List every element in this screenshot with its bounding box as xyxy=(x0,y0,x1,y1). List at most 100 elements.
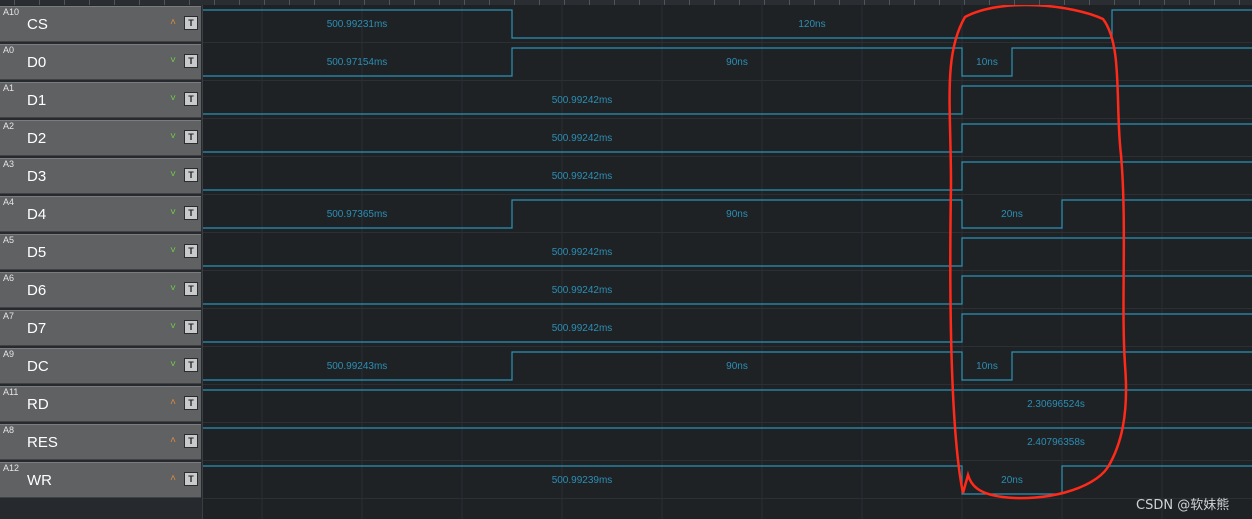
timing-label: 500.99242ms xyxy=(552,323,613,334)
trigger-settings-button[interactable]: T xyxy=(184,282,198,296)
timing-label: 90ns xyxy=(726,209,748,220)
timing-label: 500.99242ms xyxy=(552,133,613,144)
channel-row-d5[interactable]: A5 D5 ˅ T xyxy=(0,234,201,270)
timing-label: 90ns xyxy=(726,361,748,372)
channel-id: A7 xyxy=(3,311,15,321)
channel-name: WR xyxy=(27,472,52,489)
channel-row-wr[interactable]: A12 WR ˄ T xyxy=(0,462,201,498)
channel-id: A6 xyxy=(3,273,15,283)
channel-id: A8 xyxy=(3,425,15,435)
caret-down-icon[interactable]: ˅ xyxy=(168,246,178,256)
watermark-text: CSDN @软妹熊 xyxy=(1136,498,1230,513)
timing-label: 10ns xyxy=(976,361,998,372)
caret-down-icon[interactable]: ˅ xyxy=(168,94,178,104)
timing-label: 500.97154ms xyxy=(327,57,388,68)
caret-down-icon[interactable]: ˅ xyxy=(168,56,178,66)
signal-trace-d7 xyxy=(203,313,1252,343)
trigger-settings-button[interactable]: T xyxy=(184,206,198,220)
red-highlight-annotation xyxy=(948,5,1128,500)
caret-up-icon[interactable]: ˄ xyxy=(168,436,178,446)
channel-name: D3 xyxy=(27,168,47,185)
grid-lines xyxy=(203,5,1252,519)
signal-trace-d3 xyxy=(203,161,1252,191)
trigger-settings-button[interactable]: T xyxy=(184,16,198,30)
trigger-settings-button[interactable]: T xyxy=(184,396,198,410)
caret-down-icon[interactable]: ˅ xyxy=(168,208,178,218)
channel-id: A5 xyxy=(3,235,15,245)
timing-label: 2.40796358s xyxy=(1027,437,1085,448)
timing-label: 500.99242ms xyxy=(552,285,613,296)
timing-label: 500.99231ms xyxy=(327,19,388,30)
channel-id: A9 xyxy=(3,349,15,359)
channel-name: RES xyxy=(27,434,58,451)
trigger-settings-button[interactable]: T xyxy=(184,358,198,372)
channel-row-d2[interactable]: A2 D2 ˅ T xyxy=(0,120,201,156)
channel-row-d6[interactable]: A6 D6 ˅ T xyxy=(0,272,201,308)
channel-row-dc[interactable]: A9 DC ˅ T xyxy=(0,348,201,384)
channel-row-d1[interactable]: A1 D1 ˅ T xyxy=(0,82,201,118)
timing-label: 500.97365ms xyxy=(327,209,388,220)
trigger-settings-button[interactable]: T xyxy=(184,54,198,68)
signal-trace-d6 xyxy=(203,275,1252,305)
timing-label: 500.99242ms xyxy=(552,171,613,182)
signal-trace-d2 xyxy=(203,123,1252,153)
timing-label: 2.30696524s xyxy=(1027,399,1085,410)
channel-name: CS xyxy=(27,16,48,33)
channel-id: A12 xyxy=(3,463,20,473)
timing-label: 500.99243ms xyxy=(327,361,388,372)
waveform-area[interactable]: 500.99231ms 120ns 500.97154ms 90ns 10ns 500.9… xyxy=(203,5,1252,519)
trigger-settings-button[interactable]: T xyxy=(184,320,198,334)
channel-row-d0[interactable]: A0 D0 ˅ T xyxy=(0,44,201,80)
timing-label: 500.99242ms xyxy=(552,247,613,258)
channel-row-d3[interactable]: A3 D3 ˅ T xyxy=(0,158,201,194)
channel-name: D4 xyxy=(27,206,47,223)
timing-label: 10ns xyxy=(976,57,998,68)
channel-row-d4[interactable]: A4 D4 ˅ T xyxy=(0,196,201,232)
signal-trace-d1 xyxy=(203,85,1252,115)
channel-row-res[interactable]: A8 RES ˄ T xyxy=(0,424,201,460)
timing-label: 500.99242ms xyxy=(552,95,613,106)
caret-down-icon[interactable]: ˅ xyxy=(168,284,178,294)
channel-row-rd[interactable]: A11 RD ˄ T xyxy=(0,386,201,422)
timing-label: 120ns xyxy=(798,19,825,30)
signal-traces xyxy=(203,9,1252,495)
trigger-settings-button[interactable]: T xyxy=(184,130,198,144)
trigger-settings-button[interactable]: T xyxy=(184,92,198,106)
channel-name: D2 xyxy=(27,130,47,147)
channel-id: A10 xyxy=(3,7,20,17)
trigger-settings-button[interactable]: T xyxy=(184,434,198,448)
channel-row-d7[interactable]: A7 D7 ˅ T xyxy=(0,310,201,346)
channel-name: D5 xyxy=(27,244,47,261)
channel-id: A3 xyxy=(3,159,15,169)
channel-row-cs[interactable]: A10 CS ˄ T xyxy=(0,6,201,42)
caret-up-icon[interactable]: ˄ xyxy=(168,474,178,484)
channel-id: A1 xyxy=(3,83,15,93)
logic-analyzer-window: A10 CS ˄ T A0 D0 ˅ T A1 D1 ˅ T A2 D2 ˅ T A3 D3 ˅ T A4 D4 ˅ T A5 D… xyxy=(0,0,1252,519)
caret-down-icon[interactable]: ˅ xyxy=(168,360,178,370)
channel-id: A4 xyxy=(3,197,15,207)
timing-label: 20ns xyxy=(1001,475,1023,486)
caret-down-icon[interactable]: ˅ xyxy=(168,322,178,332)
trigger-settings-button[interactable]: T xyxy=(184,168,198,182)
timing-labels: 500.99231ms 120ns 500.97154ms 90ns 10ns 500.9… xyxy=(327,19,1085,486)
channel-name: DC xyxy=(27,358,49,375)
caret-down-icon[interactable]: ˅ xyxy=(168,170,178,180)
trigger-settings-button[interactable]: T xyxy=(184,244,198,258)
channel-id: A2 xyxy=(3,121,15,131)
timing-label: 20ns xyxy=(1001,209,1023,220)
channel-name: D7 xyxy=(27,320,47,337)
channel-name: D0 xyxy=(27,54,47,71)
channel-id: A11 xyxy=(3,387,19,397)
caret-down-icon[interactable]: ˅ xyxy=(168,132,178,142)
signal-trace-d5 xyxy=(203,237,1252,267)
channel-name: D6 xyxy=(27,282,47,299)
channel-label-panel: A10 CS ˄ T A0 D0 ˅ T A1 D1 ˅ T A2 D2 ˅ T A3 D3 ˅ T A4 D4 ˅ T A5 D… xyxy=(0,5,203,519)
caret-up-icon[interactable]: ˄ xyxy=(168,398,178,408)
trigger-settings-button[interactable]: T xyxy=(184,472,198,486)
channel-name: D1 xyxy=(27,92,47,109)
waveform-canvas: 500.99231ms 120ns 500.97154ms 90ns 10ns 500.9… xyxy=(203,5,1252,519)
channel-id: A0 xyxy=(3,45,15,55)
timing-label: 500.99239ms xyxy=(552,475,613,486)
timing-label: 90ns xyxy=(726,57,748,68)
caret-up-icon[interactable]: ˄ xyxy=(168,18,178,28)
